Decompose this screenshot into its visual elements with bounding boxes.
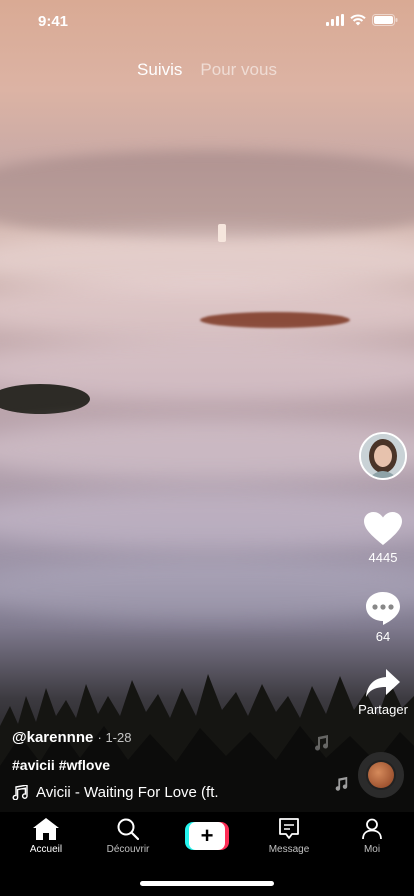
- nav-message-label: Message: [268, 844, 310, 855]
- dark-hill: [0, 384, 90, 414]
- home-indicator[interactable]: [140, 881, 274, 886]
- nav-profile[interactable]: Moi: [332, 818, 412, 855]
- caption-user-line: @karennne · 1-28: [12, 729, 131, 746]
- profile-icon: [362, 818, 382, 840]
- home-icon: [33, 818, 59, 840]
- avatar-photo: [361, 434, 405, 478]
- share-icon[interactable]: [365, 668, 401, 698]
- share-group: Partager: [356, 668, 410, 717]
- disc-cover: [368, 762, 394, 788]
- nav-discover-label: Découvrir: [106, 844, 150, 855]
- create-button[interactable]: +: [185, 822, 229, 850]
- comment-icon[interactable]: [365, 591, 401, 625]
- wifi-icon: [350, 14, 366, 26]
- song-line[interactable]: Avicii - Waiting For Love (ft.: [12, 784, 219, 801]
- heart-icon[interactable]: [364, 512, 402, 546]
- tower-in-fog: [218, 224, 226, 242]
- feed-tabs: Suivis Pour vous: [0, 60, 414, 80]
- comment-count: 64: [375, 629, 391, 644]
- message-icon: [279, 818, 299, 839]
- nav-message[interactable]: Message: [249, 818, 329, 855]
- tab-for-you[interactable]: Pour vous: [200, 60, 277, 80]
- username[interactable]: @karennne: [12, 729, 93, 746]
- status-bar: 9:41: [0, 0, 414, 44]
- music-note-icon: [12, 785, 28, 800]
- like-count: 4445: [368, 550, 398, 565]
- post-date: · 1-28: [97, 730, 132, 745]
- like-group: 4445: [358, 512, 408, 565]
- cellular-signal-icon: [326, 14, 344, 26]
- caption-hashtags[interactable]: #avicii #wflove: [12, 757, 110, 773]
- tab-following[interactable]: Suivis: [137, 60, 182, 80]
- fog-layer: [0, 420, 414, 480]
- song-title: Avicii - Waiting For Love (ft.: [36, 784, 219, 801]
- fog-layer: [0, 490, 414, 550]
- music-note-icon: [335, 776, 348, 791]
- search-icon: [117, 818, 139, 840]
- creator-avatar[interactable]: [359, 432, 407, 480]
- fog-layer: [0, 280, 414, 340]
- battery-icon: [372, 14, 398, 26]
- status-time: 9:41: [38, 13, 69, 30]
- share-label: Partager: [358, 702, 408, 717]
- comment-group: 64: [358, 591, 408, 644]
- plus-icon: +: [189, 822, 225, 850]
- music-disc[interactable]: [358, 752, 404, 798]
- music-note-icon: [315, 735, 329, 751]
- fog-layer: [0, 560, 414, 620]
- reddish-hilltop: [200, 312, 350, 328]
- nav-discover[interactable]: Découvrir: [88, 818, 168, 855]
- nav-home-label: Accueil: [29, 844, 63, 855]
- nav-profile-label: Moi: [363, 844, 381, 855]
- distant-hills: [0, 150, 414, 240]
- nav-home[interactable]: Accueil: [6, 818, 86, 855]
